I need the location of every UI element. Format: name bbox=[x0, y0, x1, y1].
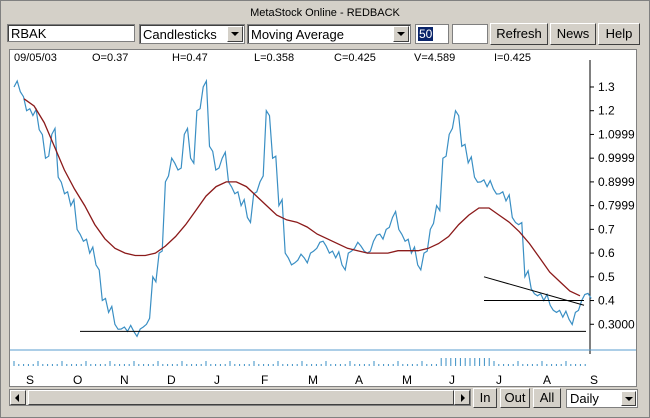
show-all-button[interactable]: All bbox=[533, 388, 561, 408]
y-tick-label: 0.4 bbox=[598, 294, 615, 308]
x-tick-label: N bbox=[120, 373, 129, 386]
y-tick-label: 0.9999 bbox=[598, 151, 635, 165]
scroll-thumb[interactable] bbox=[28, 390, 454, 405]
x-tick-label: S bbox=[590, 373, 598, 386]
chart-style-select[interactable]: Candlesticks bbox=[139, 24, 245, 44]
period-input[interactable]: 50 bbox=[415, 24, 449, 44]
x-tick-label: F bbox=[261, 373, 268, 386]
interval-select[interactable]: Daily bbox=[566, 389, 638, 408]
scroll-left-icon[interactable] bbox=[10, 390, 26, 405]
y-tick-label: 0.7999 bbox=[598, 199, 635, 213]
x-tick-label: S bbox=[26, 373, 34, 386]
interval-value: Daily bbox=[570, 391, 599, 406]
y-tick-label: 1.0999 bbox=[598, 127, 635, 141]
indicator-select[interactable]: Moving Average bbox=[247, 24, 411, 44]
chart-panel: 09/05/03 O=0.37 H=0.47 L=0.358 C=0.425 V… bbox=[9, 49, 637, 387]
zoom-in-button[interactable]: In bbox=[473, 388, 497, 408]
y-tick-label: 0.3000 bbox=[598, 317, 635, 331]
metastock-window: MetaStock Online - REDBACK RBAK Candlest… bbox=[0, 0, 650, 418]
y-tick-label: 0.5 bbox=[598, 270, 615, 284]
price-chart[interactable]: 1.31.21.09990.99990.89990.79990.70.60.50… bbox=[10, 50, 636, 386]
moving-average-series bbox=[23, 98, 581, 297]
price-series bbox=[13, 78, 592, 338]
horizontal-scrollbar[interactable] bbox=[9, 389, 471, 406]
scroll-right-icon[interactable] bbox=[454, 390, 470, 405]
window-title: MetaStock Online - REDBACK bbox=[250, 7, 400, 19]
period-value: 50 bbox=[418, 27, 434, 41]
y-tick-label: 1.2 bbox=[598, 104, 615, 118]
y-tick-label: 0.8999 bbox=[598, 175, 635, 189]
x-tick-label: M bbox=[402, 373, 412, 386]
x-tick-label: J bbox=[496, 373, 502, 386]
y-tick-label: 1.3 bbox=[598, 80, 615, 94]
x-tick-label: D bbox=[167, 373, 176, 386]
x-tick-label: J bbox=[214, 373, 220, 386]
chevron-down-icon[interactable] bbox=[621, 391, 636, 406]
news-button[interactable]: News bbox=[550, 23, 596, 45]
x-tick-label: O bbox=[73, 373, 82, 386]
x-tick-label: A bbox=[543, 373, 551, 386]
chart-style-value: Candlesticks bbox=[143, 27, 217, 42]
x-tick-label: M bbox=[308, 373, 318, 386]
y-tick-label: 0.6 bbox=[598, 246, 615, 260]
indicator-value: Moving Average bbox=[251, 27, 344, 42]
x-tick-label: J bbox=[449, 373, 455, 386]
chevron-down-icon[interactable] bbox=[393, 26, 409, 42]
y-tick-label: 0.7 bbox=[598, 222, 615, 236]
secondary-input[interactable] bbox=[452, 24, 488, 44]
chevron-down-icon[interactable] bbox=[227, 26, 243, 42]
zoom-out-button[interactable]: Out bbox=[500, 388, 530, 408]
ticker-input[interactable]: RBAK bbox=[7, 24, 135, 42]
refresh-button[interactable]: Refresh bbox=[490, 23, 548, 45]
x-tick-label: A bbox=[355, 373, 363, 386]
help-button[interactable]: Help bbox=[598, 23, 640, 45]
